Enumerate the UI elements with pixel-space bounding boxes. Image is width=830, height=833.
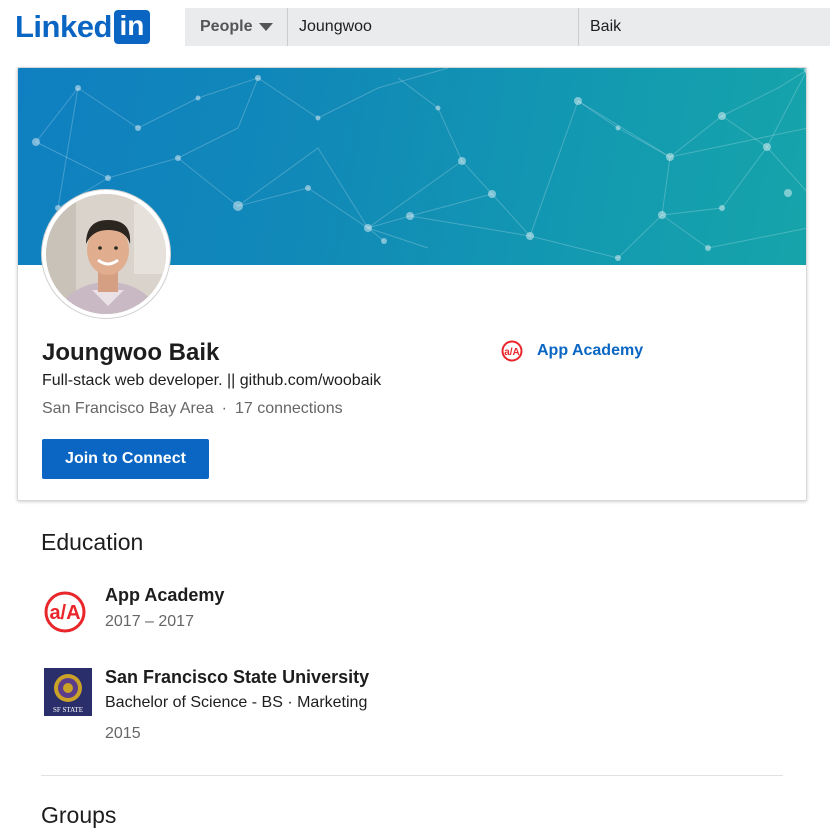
app-academy-logo-icon: a/A [44, 591, 86, 633]
section-divider [41, 775, 783, 776]
join-to-connect-button[interactable]: Join to Connect [42, 439, 209, 479]
meta-separator: · [221, 400, 227, 417]
education-dates: 2017 – 2017 [105, 613, 194, 630]
current-company-link[interactable]: a/A App Academy [501, 340, 643, 362]
search-type-dropdown[interactable]: People [185, 8, 288, 46]
profile-location: San Francisco Bay Area [42, 400, 214, 417]
degree-field: Bachelor of Science - BS · Marketing [105, 694, 368, 711]
education-details: San Francisco State University Bachelor … [105, 666, 605, 743]
profile-card: Joungwoo Baik Full-stack web developer. … [17, 67, 807, 501]
school-name[interactable]: San Francisco State University [105, 666, 605, 688]
education-details: App Academy 2017 – 2017 [105, 584, 605, 631]
sfsu-logo-icon: SF STATE [44, 668, 92, 716]
last-name-input[interactable] [579, 8, 830, 46]
current-company-name: App Academy [537, 342, 644, 359]
education-dates: 2015 [105, 725, 141, 742]
top-bar: Linked in People [0, 0, 830, 54]
svg-text:a/A: a/A [504, 347, 520, 358]
logo-wordmark: Linked [15, 9, 112, 44]
search-type-label: People [200, 18, 253, 35]
linkedin-logo[interactable]: Linked in [15, 9, 150, 45]
school-name[interactable]: App Academy [105, 584, 605, 606]
avatar-photo [46, 194, 166, 314]
profile-name: Joungwoo Baik [42, 339, 220, 366]
app-academy-icon: a/A [501, 340, 523, 362]
profile-connections: 17 connections [234, 400, 343, 417]
chevron-down-icon [259, 23, 274, 31]
first-name-input[interactable] [288, 8, 579, 46]
sfsu-logo-text: SF STATE [53, 706, 83, 714]
groups-heading: Groups [41, 802, 117, 828]
logo-in-box: in [113, 10, 150, 44]
svg-text:a/A: a/A [49, 602, 80, 624]
profile-meta: San Francisco Bay Area · 17 connections [42, 400, 343, 418]
profile-headline: Full-stack web developer. || github.com/… [42, 372, 382, 389]
people-search: People [185, 8, 830, 46]
education-heading: Education [41, 529, 144, 555]
profile-avatar[interactable] [42, 190, 170, 318]
